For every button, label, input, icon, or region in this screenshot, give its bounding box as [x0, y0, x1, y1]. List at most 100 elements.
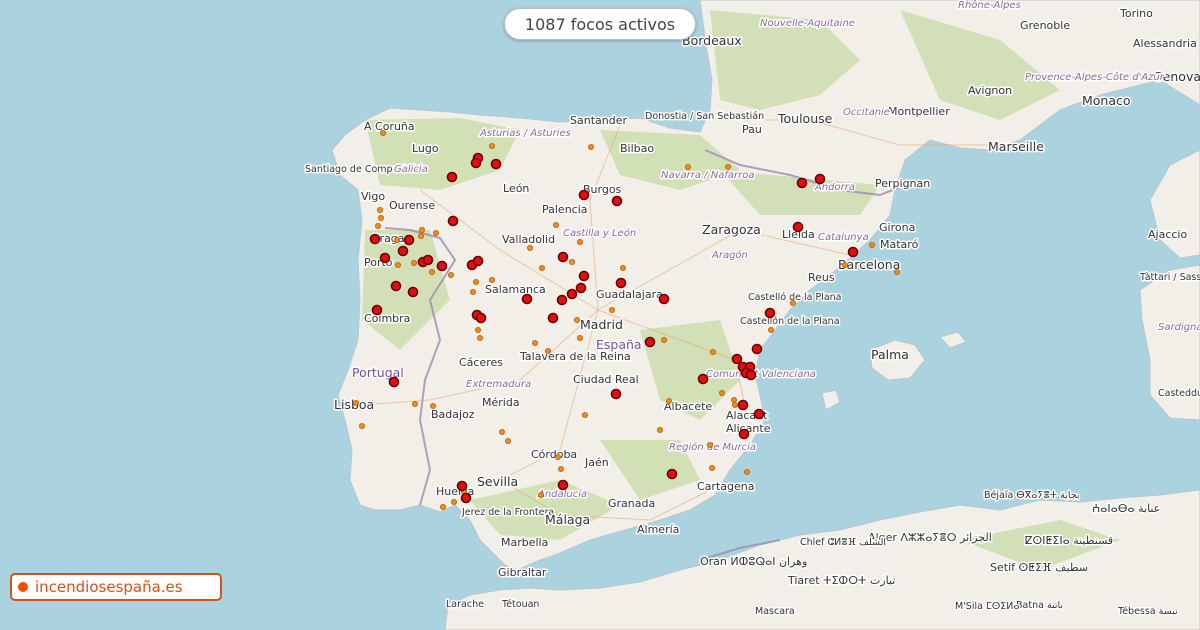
- minor-fire-marker[interactable]: [790, 299, 797, 306]
- major-fire-marker[interactable]: [611, 195, 623, 207]
- major-fire-marker[interactable]: [666, 468, 678, 480]
- major-fire-marker[interactable]: [575, 282, 587, 294]
- major-fire-marker[interactable]: [578, 189, 590, 201]
- major-fire-marker[interactable]: [390, 280, 402, 292]
- major-fire-marker[interactable]: [557, 251, 569, 263]
- minor-fire-marker[interactable]: [609, 306, 616, 313]
- minor-fire-marker[interactable]: [569, 258, 576, 265]
- major-fire-marker[interactable]: [658, 293, 670, 305]
- minor-fire-marker[interactable]: [768, 326, 775, 333]
- major-fire-marker[interactable]: [470, 157, 482, 169]
- major-fire-marker[interactable]: [796, 177, 808, 189]
- minor-fire-marker[interactable]: [685, 163, 692, 170]
- major-fire-marker[interactable]: [397, 245, 409, 257]
- major-fire-marker[interactable]: [738, 428, 750, 440]
- major-fire-marker[interactable]: [556, 294, 568, 306]
- major-fire-marker[interactable]: [447, 215, 459, 227]
- major-fire-marker[interactable]: [764, 307, 776, 319]
- major-fire-marker[interactable]: [610, 388, 622, 400]
- minor-fire-marker[interactable]: [545, 347, 552, 354]
- major-fire-marker[interactable]: [407, 286, 419, 298]
- major-fire-marker[interactable]: [847, 246, 859, 258]
- major-fire-marker[interactable]: [460, 492, 472, 504]
- minor-fire-marker[interactable]: [719, 389, 726, 396]
- minor-fire-marker[interactable]: [709, 464, 716, 471]
- minor-fire-marker[interactable]: [417, 232, 424, 239]
- minor-fire-marker[interactable]: [476, 334, 483, 341]
- major-fire-marker[interactable]: [456, 480, 468, 492]
- fire-map[interactable]: Bordeaux Toulouse Montpellier Marseille …: [0, 0, 1200, 630]
- minor-fire-marker[interactable]: [582, 411, 589, 418]
- minor-fire-marker[interactable]: [393, 236, 400, 243]
- minor-fire-marker[interactable]: [707, 441, 714, 448]
- major-fire-marker[interactable]: [379, 252, 391, 264]
- minor-fire-marker[interactable]: [842, 261, 849, 268]
- major-fire-marker[interactable]: [436, 260, 448, 272]
- minor-fire-marker[interactable]: [377, 214, 384, 221]
- major-fire-marker[interactable]: [737, 399, 749, 411]
- major-fire-marker[interactable]: [521, 293, 533, 305]
- minor-fire-marker[interactable]: [379, 129, 386, 136]
- minor-fire-marker[interactable]: [553, 221, 560, 228]
- major-fire-marker[interactable]: [547, 312, 559, 324]
- major-fire-marker[interactable]: [751, 343, 763, 355]
- major-fire-marker[interactable]: [369, 233, 381, 245]
- minor-fire-marker[interactable]: [539, 264, 546, 271]
- minor-fire-marker[interactable]: [376, 206, 383, 213]
- minor-fire-marker[interactable]: [428, 268, 435, 275]
- major-fire-marker[interactable]: [745, 369, 757, 381]
- minor-fire-marker[interactable]: [474, 326, 481, 333]
- minor-fire-marker[interactable]: [577, 238, 584, 245]
- minor-fire-marker[interactable]: [439, 503, 446, 510]
- major-fire-marker[interactable]: [388, 376, 400, 388]
- major-fire-marker[interactable]: [753, 408, 765, 420]
- minor-fire-marker[interactable]: [411, 400, 418, 407]
- major-fire-marker[interactable]: [403, 234, 415, 246]
- minor-fire-marker[interactable]: [538, 491, 545, 498]
- minor-fire-marker[interactable]: [488, 142, 495, 149]
- major-fire-marker[interactable]: [490, 158, 502, 170]
- minor-fire-marker[interactable]: [532, 339, 539, 346]
- minor-fire-marker[interactable]: [894, 268, 901, 275]
- minor-fire-marker[interactable]: [731, 396, 738, 403]
- major-fire-marker[interactable]: [731, 353, 743, 365]
- minor-fire-marker[interactable]: [450, 498, 457, 505]
- minor-fire-marker[interactable]: [661, 336, 668, 343]
- minor-fire-marker[interactable]: [498, 428, 505, 435]
- minor-fire-marker[interactable]: [710, 348, 717, 355]
- minor-fire-marker[interactable]: [418, 226, 425, 233]
- minor-fire-marker[interactable]: [432, 229, 439, 236]
- minor-fire-marker[interactable]: [504, 437, 511, 444]
- minor-fire-marker[interactable]: [869, 241, 876, 248]
- major-fire-marker[interactable]: [566, 288, 578, 300]
- major-fire-marker[interactable]: [446, 171, 458, 183]
- minor-fire-marker[interactable]: [588, 143, 595, 150]
- major-fire-marker[interactable]: [578, 270, 590, 282]
- major-fire-marker[interactable]: [814, 173, 826, 185]
- minor-fire-marker[interactable]: [410, 259, 417, 266]
- major-fire-marker[interactable]: [644, 336, 656, 348]
- major-fire-marker[interactable]: [422, 254, 434, 266]
- minor-fire-marker[interactable]: [472, 278, 479, 285]
- major-fire-marker[interactable]: [472, 255, 484, 267]
- minor-fire-marker[interactable]: [558, 465, 565, 472]
- minor-fire-marker[interactable]: [657, 426, 664, 433]
- minor-fire-marker[interactable]: [469, 288, 476, 295]
- minor-fire-marker[interactable]: [555, 453, 562, 460]
- site-brand-box[interactable]: incendiosespaña.es: [10, 573, 222, 601]
- minor-fire-marker[interactable]: [447, 271, 454, 278]
- minor-fire-marker[interactable]: [725, 163, 732, 170]
- major-fire-marker[interactable]: [615, 277, 627, 289]
- major-fire-marker[interactable]: [557, 479, 569, 491]
- minor-fire-marker[interactable]: [574, 316, 581, 323]
- minor-fire-marker[interactable]: [394, 261, 401, 268]
- major-fire-marker[interactable]: [792, 221, 804, 233]
- minor-fire-marker[interactable]: [488, 276, 495, 283]
- minor-fire-marker[interactable]: [527, 244, 534, 251]
- major-fire-marker[interactable]: [697, 373, 709, 385]
- major-fire-marker[interactable]: [371, 304, 383, 316]
- minor-fire-marker[interactable]: [374, 222, 381, 229]
- minor-fire-marker[interactable]: [666, 397, 673, 404]
- minor-fire-marker[interactable]: [732, 401, 739, 408]
- minor-fire-marker[interactable]: [358, 422, 365, 429]
